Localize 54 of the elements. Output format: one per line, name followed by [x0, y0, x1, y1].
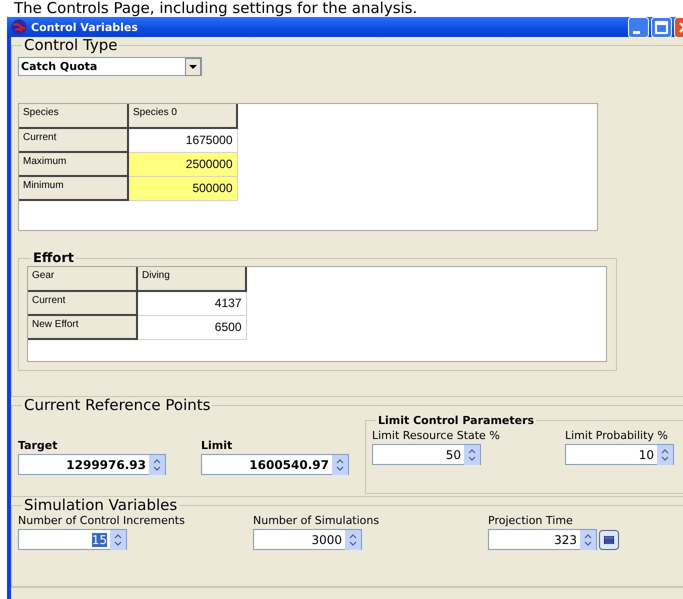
spinner-field[interactable]: 1600540.97 — [201, 454, 349, 475]
value-text: 10 — [638, 448, 654, 462]
section-title: Simulation Variables — [23, 497, 178, 514]
spin-arrows-icon[interactable] — [657, 444, 673, 464]
field-label: Number of Control Increments — [18, 514, 186, 527]
spinner-field[interactable]: 15 — [18, 529, 127, 550]
value-text: 15 — [92, 532, 107, 546]
column-header: Diving — [137, 267, 246, 291]
spin-arrows-icon[interactable] — [149, 454, 165, 474]
column-header: Gear — [28, 267, 137, 291]
table-cell[interactable]: 4137 — [137, 291, 246, 315]
value-text: 3000 — [311, 532, 342, 546]
section-title: Control Type — [23, 37, 118, 54]
value-text: 323 — [554, 532, 577, 546]
field-label: Limit Probability % — [565, 429, 669, 442]
row-header: Minimum — [19, 176, 128, 200]
section-title: Current Reference Points — [23, 397, 212, 414]
spinner-field[interactable]: 10 — [565, 444, 674, 465]
window-title: Control Variables — [31, 20, 139, 34]
field-label: Target — [18, 439, 59, 452]
spinner-field[interactable]: 3000 — [253, 529, 362, 550]
table-cell[interactable]: 2500000 — [128, 152, 237, 176]
column-header: Species 0 — [128, 104, 237, 128]
table-cell[interactable]: 500000 — [128, 176, 237, 200]
field-label: Limit Resource State % — [372, 429, 500, 442]
field-label: Projection Time — [488, 514, 574, 527]
spin-arrows-icon[interactable] — [110, 530, 126, 550]
table-cell[interactable]: 1675000 — [128, 128, 237, 152]
page-caption: The Controls Page, including settings for the analysis. — [13, 0, 418, 17]
spin-arrows-icon[interactable] — [580, 530, 596, 550]
section-title: Effort — [32, 251, 75, 266]
row-header: New Effort — [28, 315, 137, 339]
minimize-icon[interactable] — [628, 16, 649, 38]
field-label: Limit — [201, 439, 234, 452]
row-header: Maximum — [19, 152, 128, 176]
spin-arrows-icon[interactable] — [345, 530, 361, 550]
section-title: Limit Control Parameters — [377, 414, 536, 427]
spin-arrows-icon[interactable] — [464, 444, 480, 464]
spin-arrows-icon[interactable] — [332, 454, 348, 474]
table-cell[interactable]: 6500 — [137, 315, 246, 339]
maximize-icon[interactable] — [651, 16, 672, 38]
calendar-icon[interactable] — [599, 530, 619, 550]
value-text: 1600540.97 — [249, 458, 329, 472]
value-text: 1299976.93 — [66, 458, 146, 472]
globe-icon — [11, 19, 27, 35]
row-header: Current — [28, 291, 137, 315]
row-header: Current — [19, 128, 128, 152]
field-label: Number of Simulations — [253, 514, 380, 527]
value-text: 50 — [446, 448, 461, 462]
spinner-field[interactable]: 1299976.93 — [18, 454, 166, 475]
spinner-field[interactable]: 323 — [488, 529, 597, 550]
spinner-field[interactable]: 50 — [372, 444, 481, 465]
control-type-dropdown[interactable]: Catch Quota — [18, 57, 202, 76]
column-header: Species — [19, 104, 128, 128]
